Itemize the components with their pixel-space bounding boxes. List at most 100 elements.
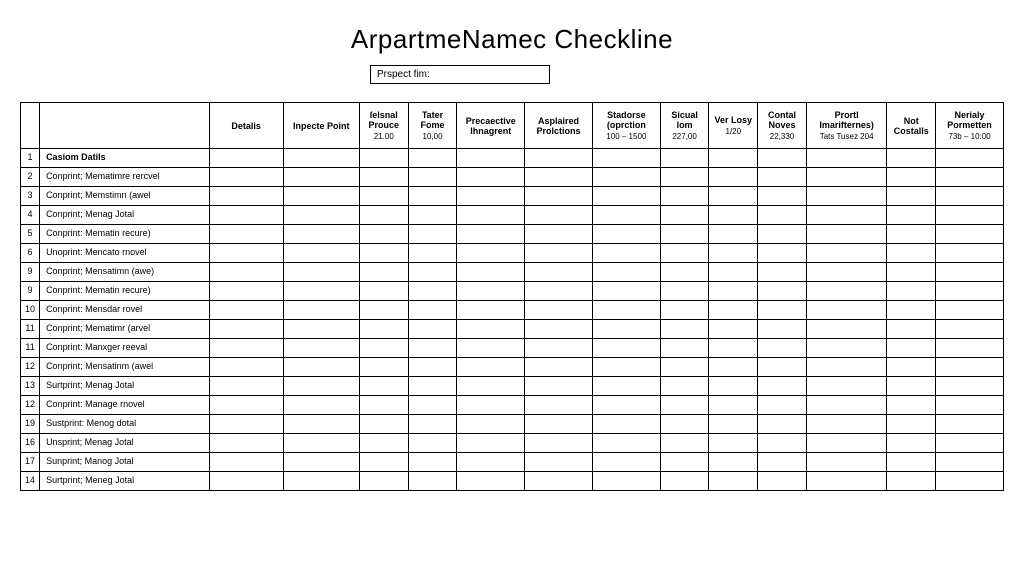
prospect-field: Prspect fim: bbox=[370, 65, 550, 84]
cell bbox=[359, 434, 408, 453]
cell bbox=[408, 149, 457, 168]
cell bbox=[758, 187, 807, 206]
cell bbox=[283, 225, 359, 244]
cell bbox=[457, 396, 525, 415]
cell bbox=[525, 263, 593, 282]
cell bbox=[936, 358, 1004, 377]
cell bbox=[709, 263, 758, 282]
cell bbox=[359, 282, 408, 301]
cell bbox=[209, 339, 283, 358]
cell bbox=[936, 244, 1004, 263]
cell bbox=[209, 415, 283, 434]
row-number: 12 bbox=[21, 358, 40, 377]
cell bbox=[709, 415, 758, 434]
cell bbox=[408, 320, 457, 339]
cell bbox=[758, 168, 807, 187]
row-number: 11 bbox=[21, 339, 40, 358]
table-row: 10Conprint: Mensdar rovel bbox=[21, 301, 1004, 320]
cell bbox=[660, 301, 709, 320]
cell bbox=[936, 225, 1004, 244]
cell bbox=[525, 453, 593, 472]
cell bbox=[457, 339, 525, 358]
cell bbox=[592, 206, 660, 225]
cell bbox=[283, 263, 359, 282]
column-sublabel: 21.00 bbox=[364, 132, 404, 141]
cell bbox=[887, 149, 936, 168]
cell bbox=[457, 244, 525, 263]
cell bbox=[806, 377, 887, 396]
row-description: Conprint: Manxger reeval bbox=[40, 339, 209, 358]
cell bbox=[408, 415, 457, 434]
row-description: Unsprint; Menag Jotal bbox=[40, 434, 209, 453]
cell bbox=[758, 396, 807, 415]
cell bbox=[359, 339, 408, 358]
cell bbox=[758, 453, 807, 472]
cell bbox=[709, 225, 758, 244]
cell bbox=[408, 187, 457, 206]
cell bbox=[709, 377, 758, 396]
column-header: Inpecte Point bbox=[283, 103, 359, 149]
cell bbox=[359, 225, 408, 244]
cell bbox=[758, 149, 807, 168]
cell bbox=[592, 149, 660, 168]
cell bbox=[359, 396, 408, 415]
cell bbox=[806, 149, 887, 168]
cell bbox=[592, 453, 660, 472]
row-description: Sustprint: Menog dotal bbox=[40, 415, 209, 434]
cell bbox=[709, 396, 758, 415]
cell bbox=[457, 377, 525, 396]
cell bbox=[283, 301, 359, 320]
cell bbox=[283, 415, 359, 434]
cell bbox=[936, 263, 1004, 282]
cell bbox=[660, 149, 709, 168]
cell bbox=[525, 320, 593, 339]
table-row: 9Conprint: Mematin recure) bbox=[21, 282, 1004, 301]
cell bbox=[806, 301, 887, 320]
cell bbox=[457, 187, 525, 206]
cell bbox=[936, 168, 1004, 187]
cell bbox=[359, 301, 408, 320]
cell bbox=[806, 358, 887, 377]
cell bbox=[283, 320, 359, 339]
row-description: Sunprint; Manog Jotal bbox=[40, 453, 209, 472]
cell bbox=[758, 320, 807, 339]
cell bbox=[709, 472, 758, 491]
cell bbox=[525, 415, 593, 434]
table-row: 16Unsprint; Menag Jotal bbox=[21, 434, 1004, 453]
row-number: 9 bbox=[21, 282, 40, 301]
cell bbox=[359, 168, 408, 187]
cell bbox=[660, 225, 709, 244]
cell bbox=[758, 225, 807, 244]
cell bbox=[457, 149, 525, 168]
cell bbox=[887, 206, 936, 225]
cell bbox=[457, 168, 525, 187]
cell bbox=[758, 282, 807, 301]
cell bbox=[359, 377, 408, 396]
table-row: 14Surtprint; Meneg Jotal bbox=[21, 472, 1004, 491]
table-row: 12Conprint; Mensatinm (awel bbox=[21, 358, 1004, 377]
cell bbox=[283, 244, 359, 263]
cell bbox=[209, 187, 283, 206]
cell bbox=[209, 301, 283, 320]
row-number: 13 bbox=[21, 377, 40, 396]
cell bbox=[457, 472, 525, 491]
cell bbox=[887, 301, 936, 320]
cell bbox=[660, 358, 709, 377]
column-label: Stadorse (oprction bbox=[607, 110, 646, 130]
column-sublabel: 73b – 10:00 bbox=[940, 132, 999, 141]
row-description: Conprint: Mematin recure) bbox=[40, 282, 209, 301]
cell bbox=[457, 453, 525, 472]
cell bbox=[359, 187, 408, 206]
cell bbox=[936, 377, 1004, 396]
cell bbox=[806, 168, 887, 187]
cell bbox=[936, 187, 1004, 206]
cell bbox=[525, 225, 593, 244]
cell bbox=[887, 187, 936, 206]
table-row: 11Conprint: Manxger reeval bbox=[21, 339, 1004, 358]
cell bbox=[709, 282, 758, 301]
cell bbox=[209, 396, 283, 415]
cell bbox=[806, 434, 887, 453]
cell bbox=[359, 206, 408, 225]
cell bbox=[887, 415, 936, 434]
cell bbox=[936, 472, 1004, 491]
